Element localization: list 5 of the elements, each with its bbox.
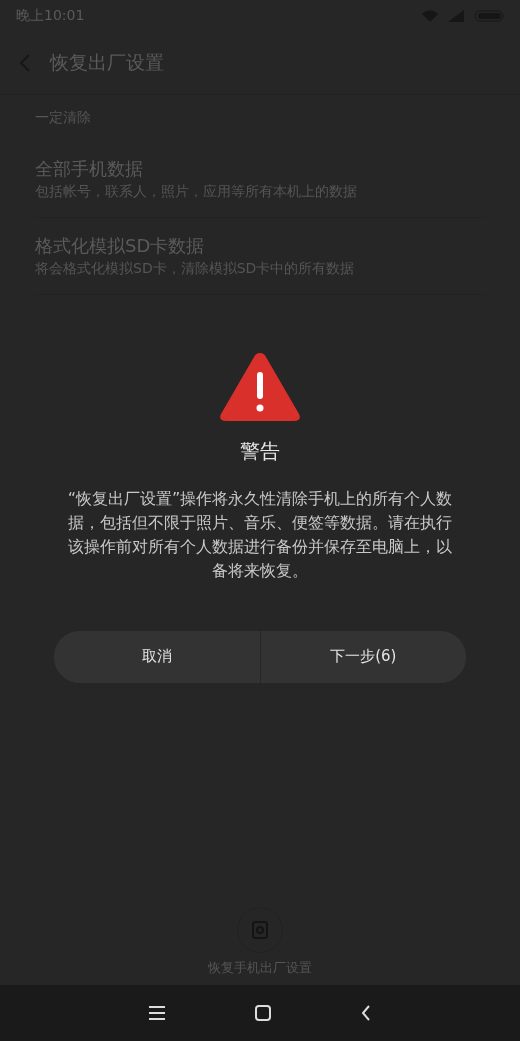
home-icon[interactable] — [255, 1005, 271, 1021]
dialog-message: “恢复出厂设置”操作将永久性清除手机上的所有个人数据，包括但不限于照片、音乐、便签等数据。请在执行该操作前对所有个人数据进行备份并保存至电脑上，以备将来恢复。 — [66, 487, 454, 582]
menu-icon[interactable] — [149, 1006, 165, 1020]
back-icon[interactable] — [361, 1005, 371, 1021]
dialog-title: 警告 — [240, 437, 280, 465]
